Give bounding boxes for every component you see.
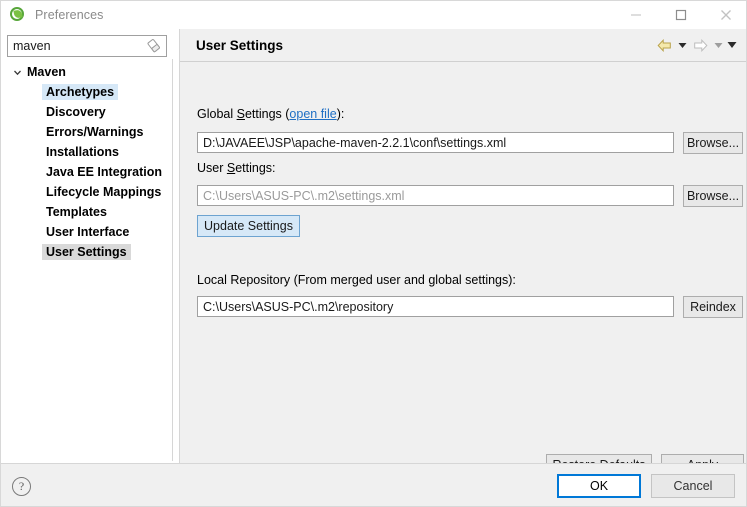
chevron-down-icon[interactable] [10, 68, 24, 77]
panel-header: User Settings [180, 29, 746, 62]
ok-button[interactable]: OK [557, 474, 641, 498]
sidebar-item-java-ee-integration[interactable]: Java EE Integration [2, 162, 172, 182]
forward-dropdown-chevron-down-icon[interactable] [711, 34, 725, 56]
user-settings-path-input[interactable]: C:\Users\ASUS-PC\.m2\settings.xml [197, 185, 674, 206]
page-title: User Settings [196, 37, 284, 53]
sidebar-item-lifecycle-mappings[interactable]: Lifecycle Mappings [2, 182, 172, 202]
local-repository-label: Local Repository (From merged user and g… [197, 273, 516, 287]
window-titlebar: Preferences [1, 1, 746, 29]
user-settings-mnemonic: S [226, 161, 236, 175]
panel-nav-controls [653, 34, 746, 56]
question-mark-icon[interactable]: ? [12, 477, 31, 496]
eraser-icon[interactable] [145, 37, 163, 55]
sidebar-item-user-interface[interactable]: User Interface [2, 222, 172, 242]
sidebar-item-user-settings[interactable]: User Settings [2, 242, 172, 262]
global-settings-label: Global Settings (open file): [197, 107, 344, 121]
reindex-button[interactable]: Reindex [683, 296, 743, 318]
open-file-link[interactable]: open file [289, 107, 336, 121]
sidebar-item-installations[interactable]: Installations [2, 142, 172, 162]
back-arrow-icon[interactable] [653, 34, 675, 56]
global-settings-browse-button[interactable]: Browse... [683, 132, 743, 154]
user-settings-label-pre: User [197, 161, 227, 175]
back-dropdown-chevron-down-icon[interactable] [675, 34, 689, 56]
window-controls [613, 1, 746, 29]
window-title: Preferences [35, 8, 104, 22]
dialog-footer: ? http://blog.csdn.net/A010665415 OK Can… [1, 463, 746, 506]
tree-item-label: Discovery [46, 105, 106, 119]
settings-panel: User Settings Global Settings (open file… [179, 29, 746, 476]
local-repository-path-input[interactable]: C:\Users\ASUS-PC\.m2\repository [197, 296, 674, 317]
eclipse-leaf-icon [10, 7, 26, 23]
tree-item-label: Lifecycle Mappings [46, 185, 162, 199]
panel-menu-chevron-down-icon[interactable] [725, 34, 739, 56]
tree-item-label: Errors/Warnings [46, 125, 144, 139]
preference-tree[interactable]: Maven Archetypes Discovery Errors/Warnin… [2, 59, 173, 461]
sidebar-item-templates[interactable]: Templates [2, 202, 172, 222]
minimize-icon[interactable] [613, 1, 658, 29]
user-settings-browse-button[interactable]: Browse... [683, 185, 743, 207]
close-icon[interactable] [703, 1, 746, 29]
global-settings-mnemonic: S [236, 107, 245, 121]
panel-body: Global Settings (open file): D:\JAVAEE\J… [180, 62, 746, 476]
sidebar-item-errors-warnings[interactable]: Errors/Warnings [2, 122, 172, 142]
search-input[interactable]: maven [8, 39, 145, 53]
global-settings-label-pre: Global [197, 107, 237, 121]
tree-item-label: User Settings [42, 244, 131, 260]
sidebar-item-archetypes[interactable]: Archetypes [2, 82, 172, 102]
global-settings-label-end: ): [336, 107, 345, 121]
tree-item-label: Archetypes [42, 84, 119, 100]
user-settings-label: User Settings: [197, 161, 276, 175]
update-settings-button[interactable]: Update Settings [197, 215, 300, 237]
tree-item-label: Templates [46, 205, 107, 219]
cancel-button[interactable]: Cancel [651, 474, 735, 498]
preferences-dialog: Preferences maven Maven Archetypes Disco… [0, 0, 747, 507]
forward-arrow-icon[interactable] [689, 34, 711, 56]
tree-root-maven[interactable]: Maven [2, 62, 172, 82]
tree-root-label: Maven [27, 65, 66, 79]
sidebar-item-discovery[interactable]: Discovery [2, 102, 172, 122]
tree-item-label: Installations [46, 145, 119, 159]
tree-item-label: Java EE Integration [46, 165, 163, 179]
maximize-icon[interactable] [658, 1, 703, 29]
tree-item-label: User Interface [46, 225, 130, 239]
filter-search-box[interactable]: maven [7, 35, 167, 57]
global-settings-label-post: ettings ( [244, 107, 290, 121]
global-settings-path-input[interactable]: D:\JAVAEE\JSP\apache-maven-2.2.1\conf\se… [197, 132, 674, 153]
user-settings-label-post: ettings: [235, 161, 276, 175]
